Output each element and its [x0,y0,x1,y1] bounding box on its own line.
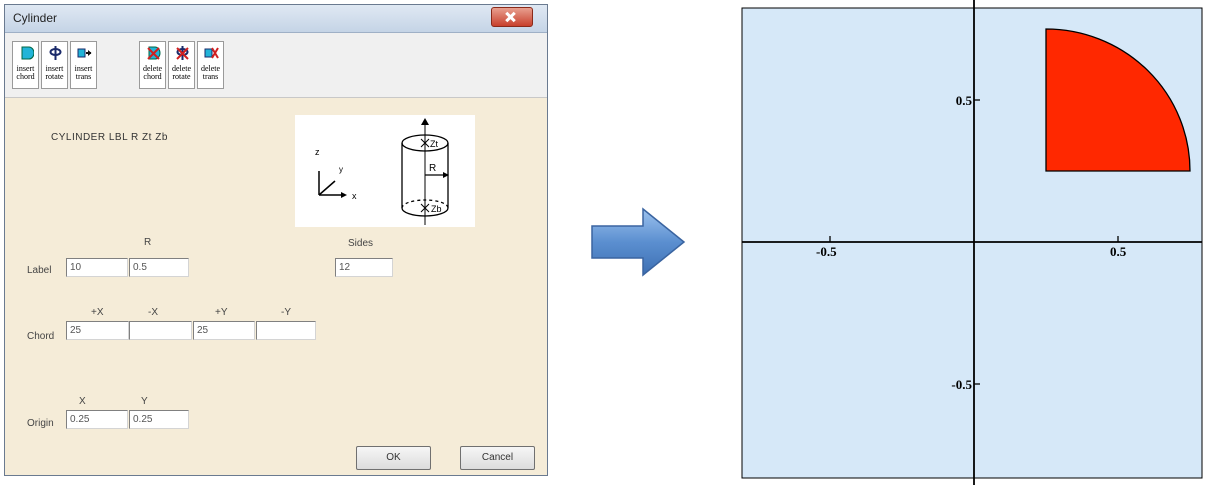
insert-chord-icon [21,46,34,60]
chord-header-minus-y: -Y [281,307,291,318]
sides-field[interactable] [335,258,393,277]
chord-minus-y-field[interactable] [256,321,316,340]
delete-chord-icon [147,46,161,60]
x-tick-label-neg: -0.5 [816,244,837,259]
title-bar[interactable]: Cylinder [5,5,547,33]
cancel-button[interactable]: Cancel [460,446,535,470]
ok-button[interactable]: OK [356,446,431,470]
r-field[interactable] [129,258,189,277]
insert-rotate-button[interactable]: insert rotate [41,41,68,89]
origin-header-y: Y [141,396,148,407]
origin-y-field[interactable] [129,410,189,429]
label-row-label: Label [27,265,52,276]
label-field[interactable] [66,258,128,277]
cylinder-diagram: z y x Zt R Zb [295,115,475,227]
origin-x-field[interactable] [66,410,128,429]
chord-header-plus-x: +X [91,307,104,318]
cylinder-dialog: Cylinder insert chord insert rotate inse… [4,4,548,476]
insert-trans-button[interactable]: insert trans [70,41,97,89]
y-tick-label-pos: 0.5 [956,93,973,108]
x-tick-label-pos: 0.5 [1110,244,1127,259]
chord-plus-x-field[interactable] [66,321,129,340]
cylinder-syntax-text: CYLINDER LBL R Zt Zb [51,132,168,143]
diagram-zt-label: Zt [430,139,438,149]
toolbar: insert chord insert rotate insert trans [5,33,547,98]
insert-rotate-icon [49,46,62,60]
origin-header-x: X [79,396,86,407]
r-header: R [144,237,152,248]
origin-row-label: Origin [27,418,54,429]
delete-rotate-button[interactable]: delete rotate [168,41,195,89]
insert-chord-button[interactable]: insert chord [12,41,39,89]
close-button[interactable] [491,7,533,27]
chord-minus-x-field[interactable] [129,321,192,340]
right-arrow-icon [591,207,686,277]
diagram-x-label: x [352,191,357,201]
chord-header-minus-x: -X [148,307,158,318]
chord-row-label: Chord [27,331,55,342]
y-tick-label-neg: -0.5 [951,377,972,392]
sides-header: Sides [348,238,374,249]
dialog-title: Cylinder [13,11,58,25]
delete-chord-button[interactable]: delete chord [139,41,166,89]
diagram-r-label: R [429,163,436,174]
diagram-zb-label: Zb [431,204,442,214]
plot-area: -0.5 0.5 0.5 -0.5 [741,0,1203,485]
chord-plus-y-field[interactable] [193,321,255,340]
diagram-y-label: y [339,165,343,174]
insert-trans-icon [77,48,92,58]
chord-header-plus-y: +Y [215,307,228,318]
diagram-z-label: z [315,147,320,157]
delete-trans-button[interactable]: delete trans [197,41,224,89]
y-axis-line [318,180,336,196]
delete-rotate-icon [176,46,189,60]
delete-trans-icon [204,47,219,59]
